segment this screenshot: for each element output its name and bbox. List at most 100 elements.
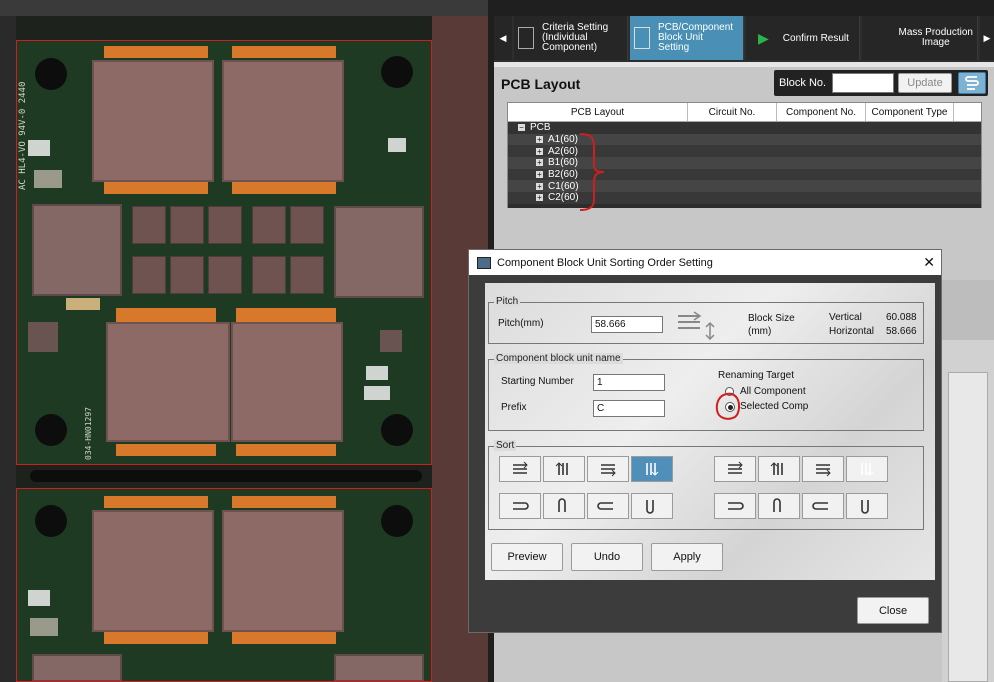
lower-list	[948, 372, 988, 682]
pitch-label: Pitch(mm)	[498, 318, 544, 329]
expand-icon[interactable]: +	[536, 171, 543, 179]
sort-pattern-icon	[646, 500, 654, 514]
pitch-group-label: Pitch	[494, 296, 521, 307]
pitch-direction-icon	[678, 311, 715, 340]
preview-button[interactable]: Preview	[491, 543, 563, 571]
grid-header: PCB Layout Circuit No. Component No. Com…	[508, 103, 981, 122]
tab-label: Criteria Setting (Individual Component)	[542, 22, 609, 53]
sort-pattern-icon	[646, 463, 659, 476]
block-no-input[interactable]	[832, 73, 894, 93]
sort-order-button-7[interactable]	[802, 456, 844, 482]
sort-pattern-icon	[513, 502, 529, 510]
horizontal-value: 58.666	[886, 326, 917, 337]
sort-order-button-12[interactable]	[631, 493, 673, 519]
tab-confirm-result[interactable]: ▶ Confirm Result	[746, 16, 860, 60]
expand-icon[interactable]: +	[536, 182, 543, 190]
column-header[interactable]: Component Type	[866, 103, 954, 121]
sort-order-button-1[interactable]	[499, 456, 541, 482]
dialog-titlebar: Component Block Unit Sorting Order Setti…	[469, 250, 941, 275]
sort-pattern-icon	[861, 500, 869, 514]
block-size-label: Block Size (mm)	[748, 313, 795, 337]
tab-scroll-left[interactable]: ◀	[494, 16, 512, 60]
document-icon	[518, 27, 534, 49]
sort-pattern-icon	[513, 461, 528, 474]
pcb-image: AC HL4-VO 94V-0 2440 034-HN01297	[0, 0, 488, 682]
sort-order-button-13[interactable]	[714, 493, 756, 519]
tab-scroll-right[interactable]: ▶	[980, 16, 994, 60]
sort-order-button[interactable]	[958, 72, 986, 94]
expand-icon[interactable]: +	[536, 159, 543, 167]
sort-pattern-icon	[861, 463, 874, 476]
collapse-icon[interactable]: −	[518, 124, 525, 132]
annotation-bracket	[579, 133, 605, 211]
starting-number-input[interactable]: 1	[593, 374, 665, 391]
pitch-input[interactable]: 58.666	[591, 316, 663, 333]
close-button[interactable]: Close	[857, 597, 929, 624]
sort-order-button-4[interactable]	[631, 456, 673, 482]
app-icon	[477, 256, 491, 269]
sort-pattern-icon	[773, 498, 781, 512]
prefix-label: Prefix	[501, 402, 527, 413]
snake-sort-icon	[965, 76, 979, 90]
sort-order-button-9[interactable]	[499, 493, 541, 519]
play-icon: ▶	[758, 29, 769, 46]
apply-button[interactable]: Apply	[651, 543, 723, 571]
close-icon[interactable]: ✕	[923, 254, 935, 271]
sort-pattern-icon	[555, 462, 568, 475]
renaming-target-label: Renaming Target	[718, 370, 794, 381]
column-header[interactable]: Component No.	[777, 103, 866, 121]
tree-row-label: A2(60)	[548, 145, 579, 157]
tree-row-label: C2(60)	[548, 192, 579, 204]
sort-order-button-8[interactable]	[846, 456, 888, 482]
tree-root-label: PCB	[530, 122, 551, 134]
block-no-label: Block No.	[779, 77, 827, 89]
block-name-group	[488, 359, 924, 431]
panel-lower-area	[942, 280, 994, 340]
block-name-group-label: Component block unit name	[494, 353, 623, 364]
tab-label: PCB/Component Block Unit Setting	[658, 22, 734, 53]
tree-row-label: B1(60)	[548, 157, 579, 169]
sort-order-button-16[interactable]	[846, 493, 888, 519]
tab-label: Mass Production Image	[898, 27, 973, 48]
pcb-top-strip	[0, 0, 488, 16]
annotation-circle	[715, 392, 741, 420]
sort-pattern-icon	[816, 464, 831, 477]
sort-order-button-3[interactable]	[587, 456, 629, 482]
pcb-rail	[0, 16, 16, 682]
dialog-title: Component Block Unit Sorting Order Setti…	[497, 256, 713, 269]
expand-icon[interactable]: +	[536, 147, 543, 155]
block-selection-box[interactable]	[16, 488, 432, 682]
sort-pattern-icon	[812, 502, 828, 510]
horizontal-label: Horizontal	[829, 326, 875, 337]
tab-pcb-component-block[interactable]: PCB/Component Block Unit Setting	[630, 16, 744, 60]
sort-pattern-icon	[728, 461, 743, 474]
update-button[interactable]: Update	[898, 73, 952, 93]
tab-mass-production[interactable]: Mass Production Image	[862, 16, 978, 60]
column-header[interactable]: PCB Layout	[508, 103, 688, 121]
tab-criteria-setting[interactable]: Criteria Setting (Individual Component)	[514, 16, 628, 60]
panel-top-border	[494, 62, 994, 67]
sort-pattern-icon	[597, 502, 613, 510]
sort-group-label: Sort	[494, 440, 517, 451]
block-selection-box[interactable]	[16, 40, 432, 465]
sort-order-button-11[interactable]	[587, 493, 629, 519]
tab-label: Confirm Result	[782, 32, 849, 44]
expand-icon[interactable]: +	[536, 136, 543, 144]
undo-button[interactable]: Undo	[571, 543, 643, 571]
prefix-input[interactable]: C	[593, 400, 665, 417]
column-header[interactable]: Circuit No.	[688, 103, 777, 121]
sort-order-button-5[interactable]	[714, 456, 756, 482]
document-icon	[634, 27, 650, 49]
sort-order-button-2[interactable]	[543, 456, 585, 482]
sort-order-button-14[interactable]	[758, 493, 800, 519]
sort-order-button-6[interactable]	[758, 456, 800, 482]
sort-order-button-10[interactable]	[543, 493, 585, 519]
tree-row-label: C1(60)	[548, 180, 579, 192]
sort-pattern-icon	[770, 462, 783, 475]
radio-selected-component-label: Selected Compo	[740, 401, 808, 412]
expand-icon[interactable]: +	[536, 194, 543, 202]
tree-row-label: B2(60)	[548, 169, 579, 181]
sort-order-button-15[interactable]	[802, 493, 844, 519]
sort-pattern-icon	[558, 498, 566, 512]
tree-row-label: A1(60)	[548, 134, 579, 146]
